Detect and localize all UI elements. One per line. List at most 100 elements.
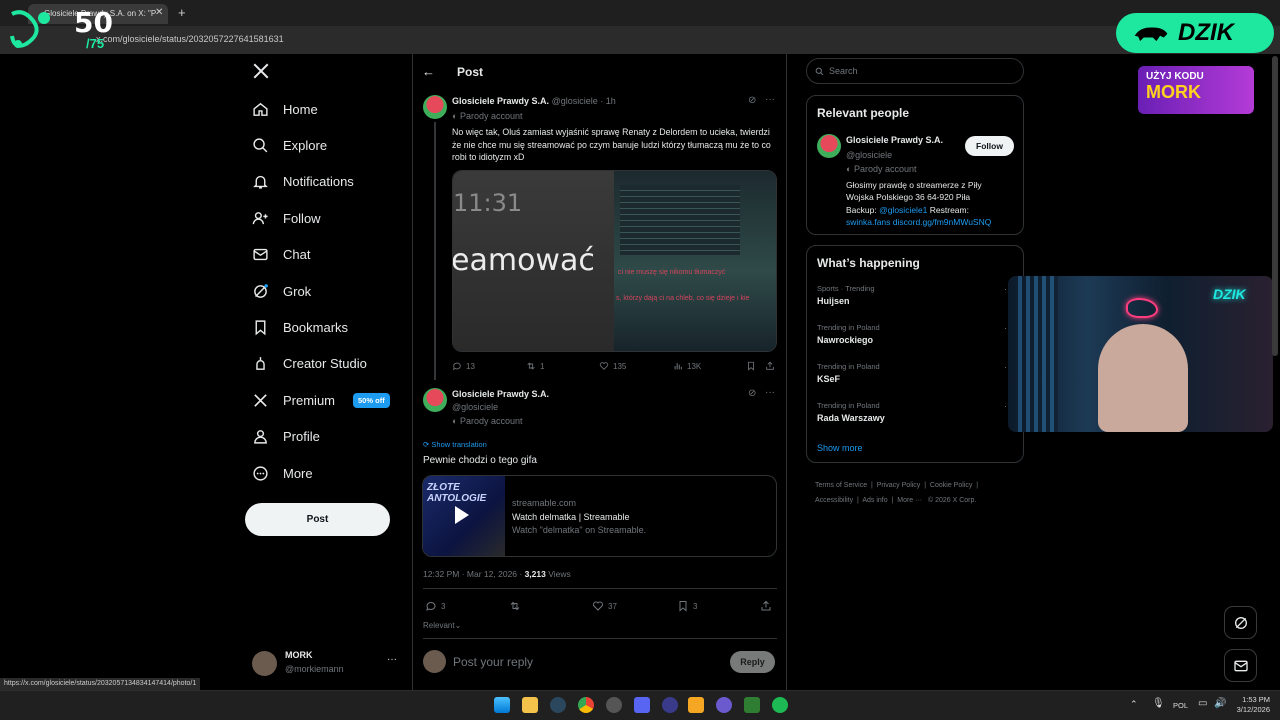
more-dots-icon[interactable]: ··· [765,94,775,105]
messages-float-button[interactable] [1224,649,1257,682]
sidebar-item-grok[interactable]: Grok [252,279,311,303]
sidebar-item-notifications[interactable]: Notifications [252,170,354,194]
translate-icon: ⟳ [423,440,430,449]
windows-start-icon[interactable] [494,697,510,713]
avatar[interactable] [817,134,841,158]
app-icon[interactable] [688,697,704,713]
trend-item[interactable]: Trending in PolandRada Warszawy··· [817,401,1013,423]
author-name[interactable]: Glosiciele Prawdy S.A. [452,389,549,399]
reply-input[interactable]: Post your reply [453,655,533,669]
footer-link[interactable]: Terms of Service [815,482,867,489]
scrollbar[interactable] [1272,56,1278,356]
sidebar-item-chat[interactable]: Chat [252,243,310,267]
person-handle[interactable]: @glosiciele [846,150,892,160]
bookmark-button[interactable] [746,361,756,371]
sidebar-item-premium[interactable]: Premium 50% off [252,388,390,412]
sort-dropdown[interactable]: Relevant⌄ [423,621,461,630]
footer-link[interactable]: Accessibility [815,497,853,504]
tab-close-icon[interactable]: ✕ [155,7,163,18]
grok-icon[interactable]: ⊘ [748,388,756,399]
account-switcher[interactable]: MORK @morkiemann ··· [252,649,404,679]
reply-count: 3 [441,601,446,611]
footer-links: Terms of Service | Privacy Policy | Cook… [815,482,979,504]
app-icon[interactable] [662,697,678,713]
show-more-link[interactable]: Show more [817,443,863,453]
mic-icon[interactable]: 🎙 [1152,698,1165,709]
footer-link[interactable]: Privacy Policy [877,482,921,489]
spotify-icon[interactable] [772,697,788,713]
clock-time: 1:53 PM [1242,695,1270,704]
repost-button[interactable] [509,600,521,612]
footer-link[interactable]: Cookie Policy [930,482,972,489]
link-card[interactable]: ZŁOTE ANTOLOGIE streamable.com Watch del… [422,475,777,557]
back-arrow-icon[interactable]: ← [422,64,435,79]
bookmark-button[interactable]: 3 [677,600,697,612]
post-button[interactable]: Post [245,503,390,536]
volume-icon[interactable]: 🔊 [1214,698,1226,709]
image-clock-text: 11:31 [453,189,523,217]
footer-link[interactable]: Ads info [862,497,887,504]
bio-link[interactable]: @glosiciele1 [879,205,927,215]
url-field[interactable]: x.com/glosiciele/status/2032057227641581… [96,34,284,44]
more-dots-icon[interactable]: ··· [387,654,397,665]
like-button[interactable]: 135 [599,361,626,371]
sidebar-item-creator-studio[interactable]: Creator Studio [252,352,367,376]
person-name[interactable]: Glosiciele Prawdy S.A. [846,135,943,145]
author-handle[interactable]: @glosiciele [452,402,498,412]
sidebar-item-profile[interactable]: Profile [252,425,320,449]
search-input[interactable]: Search [806,58,1024,84]
x-logo-icon[interactable] [252,62,270,85]
sidebar-item-bookmarks[interactable]: Bookmarks [252,315,348,339]
reply-button[interactable]: 13 [452,361,475,371]
more-dots-icon[interactable]: ··· [765,387,775,398]
like-button[interactable]: 37 [592,600,617,612]
file-explorer-icon[interactable] [522,697,538,713]
tray-chevron-icon[interactable]: ⌃ [1130,699,1138,710]
sidebar-item-more[interactable]: More [252,461,313,485]
follow-button[interactable]: Follow [965,136,1014,156]
new-tab-icon[interactable]: + [178,5,186,20]
app-icon[interactable] [606,697,622,713]
tweet-time[interactable]: · 1h [600,96,616,106]
views-button[interactable]: 13K [673,361,701,371]
trend-item[interactable]: Trending in PolandKSeF··· [817,362,1013,384]
reply-button[interactable]: Reply [730,651,775,673]
bell-icon [253,176,268,189]
reply-button[interactable]: 3 [425,600,445,612]
footer-link[interactable]: More ··· [897,497,922,504]
sidebar-item-follow[interactable]: Follow [252,206,321,230]
author-name[interactable]: Glosiciele Prawdy S.A. [452,96,549,106]
avatar[interactable] [423,95,447,119]
discord-icon[interactable] [634,697,650,713]
repost-count: 1 [540,361,545,371]
bio-link[interactable]: swinka.fans discord.gg/fm9nMWuSNQ [846,216,1018,228]
trend-category: Trending in Poland [817,401,880,410]
author-handle[interactable]: @glosiciele [552,96,598,106]
bookmark-icon [255,320,266,336]
sidebar-item-home[interactable]: Home [252,97,318,121]
language-indicator[interactable]: POL [1173,701,1188,710]
tweet-timestamp[interactable]: 12:32 PM · Mar 12, 2026 · 3,213 Views [423,569,571,579]
share-button[interactable] [765,361,775,371]
avatar[interactable] [423,388,447,412]
chrome-icon[interactable] [578,697,594,713]
tweet-image[interactable]: 11:31 eamować ci nie muszę się nikomu tł… [452,170,777,352]
search-icon [253,138,268,153]
repost-button[interactable]: 1 [526,361,544,371]
trend-item[interactable]: Trending in PolandNawrockiego··· [817,323,1013,345]
share-button[interactable] [760,600,772,612]
app-icon[interactable] [716,697,732,713]
sidebar-item-explore[interactable]: Explore [252,133,327,157]
app-icon[interactable] [744,697,760,713]
show-translation-link[interactable]: ⟳ Show translation [423,440,487,449]
network-icon[interactable]: ▭ [1198,698,1207,709]
boar-icon [1134,27,1168,42]
clock[interactable]: 1:53 PM 3/12/2026 [1232,695,1270,715]
neon-sign: DZIK [1213,286,1246,302]
grok-icon[interactable]: ⊘ [748,95,756,106]
image-subtitle-2: s, którzy dają ci na chleb, co się dziej… [616,295,750,302]
grok-float-button[interactable] [1224,606,1257,639]
trend-item[interactable]: Sports · TrendingHuijsen··· [817,284,1013,306]
bookmark-icon [748,361,754,371]
steam-icon[interactable] [550,697,566,713]
